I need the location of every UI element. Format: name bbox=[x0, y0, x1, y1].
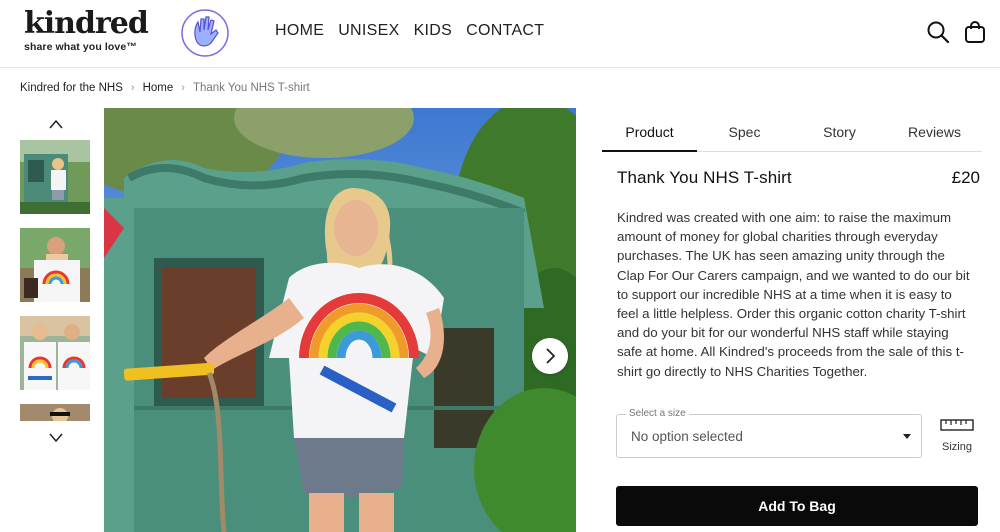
main-nav: HOME UNISEX KIDS CONTACT bbox=[275, 22, 558, 40]
product-tabs: Product Spec Story Reviews bbox=[602, 118, 982, 152]
thumbnail-4[interactable] bbox=[20, 404, 90, 421]
tab-spec[interactable]: Spec bbox=[697, 118, 792, 151]
product-description: Kindred was created with one aim: to rai… bbox=[617, 210, 970, 379]
chevron-down-icon[interactable] bbox=[46, 431, 66, 445]
breadcrumb-kindred-nhs[interactable]: Kindred for the NHS bbox=[20, 82, 123, 94]
size-select-value: No option selected bbox=[631, 429, 743, 444]
sizing-guide-button[interactable]: Sizing bbox=[936, 418, 978, 453]
thumbnail-image bbox=[20, 404, 90, 421]
thumbnail-image bbox=[20, 228, 90, 302]
logo-wordmark: kindred bbox=[24, 6, 149, 41]
main-product-image[interactable] bbox=[104, 108, 576, 532]
thumbnail-2[interactable] bbox=[20, 228, 90, 302]
search-icon[interactable] bbox=[926, 20, 950, 44]
nav-contact[interactable]: CONTACT bbox=[466, 22, 544, 40]
shopping-bag-icon[interactable] bbox=[964, 20, 986, 44]
thumbnail-image bbox=[20, 316, 90, 390]
nav-kids[interactable]: KIDS bbox=[414, 22, 453, 40]
logo-tagline: share what you love™ bbox=[24, 41, 137, 53]
tab-product[interactable]: Product bbox=[602, 118, 697, 152]
size-select-label: Select a size bbox=[626, 408, 689, 419]
clap-for-carers-badge[interactable] bbox=[180, 8, 230, 58]
breadcrumb: Kindred for the NHS › Home › Thank You N… bbox=[20, 82, 310, 94]
next-image-button[interactable] bbox=[532, 338, 568, 374]
caret-down-icon bbox=[903, 434, 911, 439]
breadcrumb-home[interactable]: Home bbox=[143, 82, 174, 94]
product-photo bbox=[104, 108, 576, 532]
sizing-label: Sizing bbox=[942, 441, 972, 453]
ruler-icon bbox=[940, 419, 974, 431]
tab-story[interactable]: Story bbox=[792, 118, 887, 151]
kindred-logo[interactable]: kindred share what you love™ bbox=[24, 6, 149, 53]
thumbnail-1[interactable] bbox=[20, 140, 90, 214]
site-header: kindred share what you love™ HOME UNISEX… bbox=[0, 0, 1000, 68]
size-select[interactable]: No option selected bbox=[616, 414, 922, 458]
chevron-up-icon[interactable] bbox=[46, 117, 66, 131]
breadcrumb-current: Thank You NHS T-shirt bbox=[192, 82, 310, 94]
product-price: £20 bbox=[951, 168, 980, 187]
thumbnail-3[interactable] bbox=[20, 316, 90, 390]
breadcrumb-separator: › bbox=[181, 82, 185, 94]
product-title: Thank You NHS T-shirt bbox=[617, 168, 792, 187]
nav-home[interactable]: HOME bbox=[275, 22, 324, 40]
add-to-bag-button[interactable]: Add To Bag bbox=[616, 486, 978, 526]
thumbnail-image bbox=[20, 140, 90, 214]
nav-unisex[interactable]: UNISEX bbox=[338, 22, 399, 40]
breadcrumb-separator: › bbox=[130, 82, 135, 94]
tab-reviews[interactable]: Reviews bbox=[887, 118, 982, 151]
